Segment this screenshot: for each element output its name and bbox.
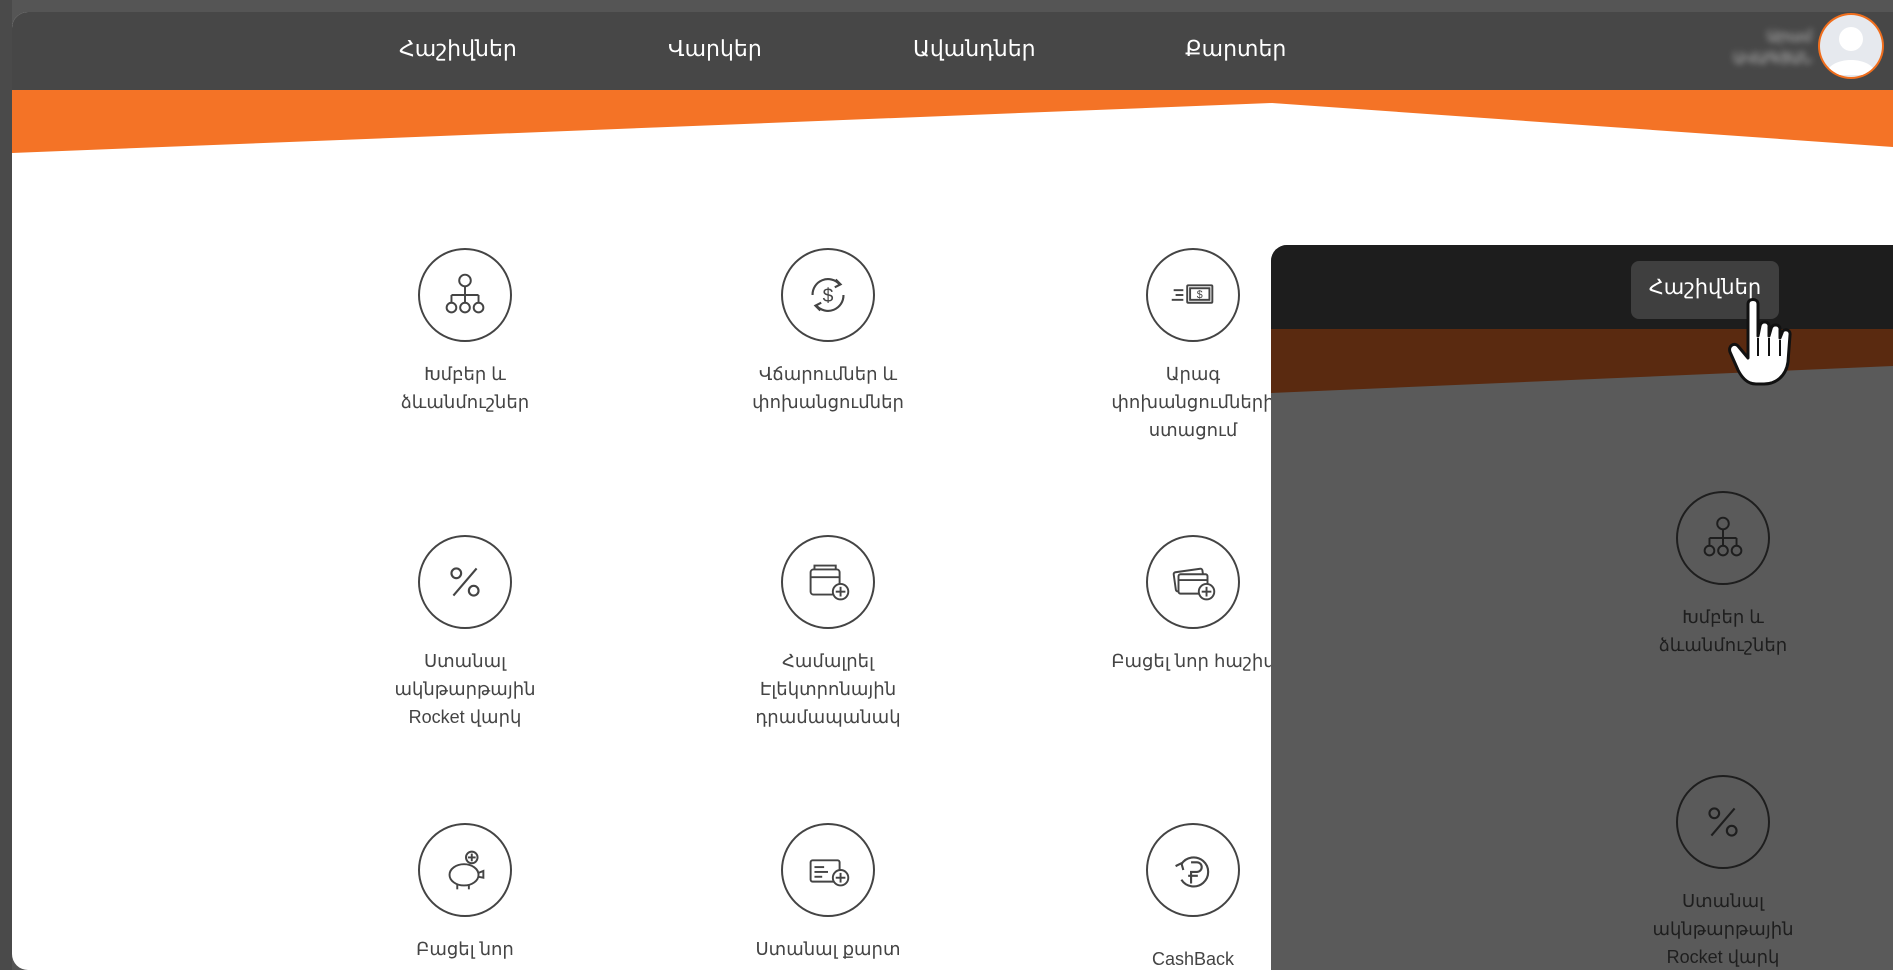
tile-label: Խմբեր և ձևանմուշներ: [1658, 607, 1788, 655]
tile-cashback[interactable]: CashBack: [1083, 823, 1303, 970]
nav-loans[interactable]: Վարկեր: [668, 34, 762, 64]
header-orange-wedge: [12, 90, 1893, 153]
hierarchy-icon: [1676, 491, 1770, 585]
cashback-icon: [1146, 823, 1240, 917]
nav-deposits[interactable]: Ավանդներ: [913, 34, 1036, 64]
overlay-tile-rocket-loan[interactable]: Ստանալ ակնթարթային Rocket վարկ: [1623, 775, 1823, 970]
tile-label: Արագ փոխանցումների ստացում: [1111, 364, 1275, 440]
nav-accounts[interactable]: Հաշիվներ: [399, 34, 517, 64]
tile-label: Ստանալ ակնթարթային Rocket վարկ: [1652, 891, 1794, 967]
fast-transfer-icon: $: [1146, 248, 1240, 342]
card-add-icon: [1146, 535, 1240, 629]
user-name: Արամ ԱՎԱԳՅԱՆ: [1733, 28, 1812, 67]
tile-label: CashBack: [1151, 949, 1235, 969]
tile-top-up-wallet[interactable]: Համալրել Էլեկտրոնային դրամապանակ: [718, 535, 938, 731]
background: [0, 0, 12, 970]
tile-open-deposit[interactable]: Բացել նոր: [355, 823, 575, 963]
tile-rocket-loan[interactable]: Ստանալ ակնթարթային Rocket վարկ: [355, 535, 575, 731]
currency-exchange-icon: $: [781, 248, 875, 342]
tile-label: Բացել նոր: [416, 939, 514, 959]
piggy-bank-icon: [418, 823, 512, 917]
wallet-add-icon: [781, 535, 875, 629]
avatar-placeholder-icon: [1820, 15, 1882, 77]
tile-get-card[interactable]: Ստանալ քարտ: [718, 823, 938, 963]
top-nav-bar: Հաշիվներ Վարկեր Ավանդներ Քարտեր Արամ ԱՎԱ…: [12, 12, 1893, 90]
overlay-tile-groups[interactable]: Խմբեր և ձևանմուշներ: [1623, 491, 1823, 659]
tile-payments-transfers[interactable]: $ Վճարումներ և փոխանցումներ: [718, 248, 938, 416]
hand-pointer-cursor-icon: [1728, 298, 1792, 386]
tile-fast-transfers[interactable]: $ Արագ փոխանցումների ստացում: [1083, 248, 1303, 444]
tile-label: Համալրել Էլեկտրոնային դրամապանակ: [755, 651, 901, 727]
tile-open-account[interactable]: Բացել նոր հաշիվ: [1083, 535, 1303, 675]
svg-text:$: $: [1197, 289, 1203, 301]
nav-cards[interactable]: Քարտեր: [1185, 34, 1286, 64]
tile-label: Վճարումներ և փոխանցումներ: [752, 364, 904, 412]
card-request-icon: [781, 823, 875, 917]
tile-groups-templates[interactable]: Խմբեր և ձևանմուշներ: [355, 248, 575, 416]
tile-label: Բացել նոր հաշիվ: [1111, 651, 1275, 671]
percent-icon: [1676, 775, 1770, 869]
user-avatar[interactable]: [1818, 13, 1884, 79]
tile-label: Ստանալ ակնթարթային Rocket վարկ: [394, 651, 536, 727]
svg-text:$: $: [823, 286, 834, 307]
hierarchy-icon: [418, 248, 512, 342]
tile-label: Ստանալ քարտ: [755, 939, 901, 959]
tile-label: Խմբեր և ձևանմուշներ: [400, 364, 530, 412]
percent-icon: [418, 535, 512, 629]
